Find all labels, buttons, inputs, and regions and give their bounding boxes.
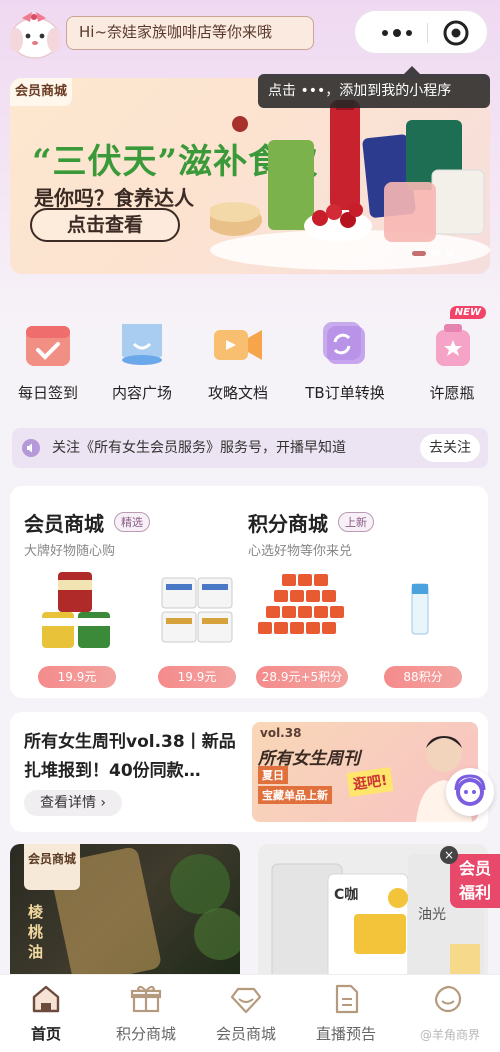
weekly-poster[interactable]: vol.38 所有女生周刊 夏日 宝藏单品上新 逛吧!: [252, 722, 478, 822]
tab-label: 首页: [30, 1025, 61, 1043]
weekly-title: 所有女生周刊vol.38丨新品扎堆报到！40份同款…: [24, 732, 236, 781]
quick-links: 每日签到 内容广场 攻略文档 TB订单转换 NEW 许愿瓶: [0, 306, 500, 412]
video-guide-icon: [210, 316, 266, 372]
profile-icon: [432, 983, 464, 1015]
banner-pagination: [412, 251, 454, 256]
card-left-tag: 会员商城: [24, 844, 80, 890]
view-detail-button[interactable]: 查看详情 ›: [24, 790, 122, 816]
checkin-icon: [20, 316, 76, 372]
card-left-text: 棱桃油: [28, 903, 44, 961]
wish-bottle-icon: NEW: [424, 306, 486, 372]
order-convert-icon: [317, 316, 373, 372]
greeting-bubble: Hi~奈娃家族咖啡店等你来哦: [66, 16, 314, 50]
miniprogram-capsule: [354, 10, 488, 54]
product-image-cream[interactable]: [396, 572, 474, 652]
quick-link-label: 攻略文档: [207, 384, 268, 402]
product-price: 19.9元: [158, 666, 236, 688]
home-icon: [30, 983, 62, 1015]
notice-bar: 关注《所有女生会员服务》服务号，开播早知道 去关注: [12, 428, 488, 468]
tab-label: 直播预告: [315, 1025, 376, 1043]
customer-service-button[interactable]: [446, 768, 494, 816]
card-right-text: 油光: [418, 907, 446, 923]
new-badge: NEW: [449, 306, 486, 319]
points-mall-subtitle: 心选好物等你来兑: [248, 544, 353, 559]
poster-vol: vol.38: [260, 726, 302, 740]
gift-icon: [130, 983, 162, 1015]
tab-live-preview[interactable]: 直播预告: [296, 983, 396, 1044]
speaker-icon: [22, 439, 40, 457]
member-benefit-line2: 福利: [458, 883, 491, 902]
close-icon[interactable]: ×: [440, 846, 458, 864]
product-price: 28.9元+5积分: [256, 666, 348, 688]
member-benefit-button[interactable]: 会员 福利 ×: [440, 846, 500, 908]
add-miniprogram-tooltip[interactable]: 点击 •••，添加到我的小程序: [258, 66, 490, 108]
tab-label: 会员商城: [215, 1025, 276, 1043]
product-card-left[interactable]: 会员商城 棱桃油: [10, 844, 240, 978]
banner-tag: 会员商城: [10, 78, 72, 106]
more-dots-icon[interactable]: [373, 11, 421, 55]
points-mall-title[interactable]: 积分商城: [248, 508, 328, 537]
quick-link-checkin[interactable]: 每日签到: [0, 316, 96, 403]
member-benefit-line1: 会员: [458, 859, 491, 878]
tab-home[interactable]: 首页: [0, 983, 96, 1044]
points-mall-badge: 上新: [338, 512, 374, 532]
follow-button[interactable]: 去关注: [420, 434, 480, 462]
notice-text: 关注《所有女生会员服务》服务号，开播早知道: [52, 440, 346, 456]
banner-products-image: [206, 94, 490, 274]
watermark: @羊角商界: [420, 1028, 481, 1042]
tab-points-mall[interactable]: 积分商城: [96, 983, 196, 1044]
quick-link-label: 许愿瓶: [429, 384, 475, 402]
mall-card: 会员商城 精选 大牌好物随心购 积分商城 上新 心选好物等你来兑 19.9元 1…: [10, 486, 488, 698]
product-image-cans[interactable]: [252, 572, 348, 652]
quick-link-order[interactable]: TB订单转换: [297, 316, 393, 403]
product-image-noodles[interactable]: [38, 572, 116, 652]
banner-cta-button[interactable]: 点击查看: [30, 208, 180, 242]
card-right-brand: C咖: [334, 887, 359, 903]
quick-link-content[interactable]: 内容广场: [94, 316, 190, 403]
member-mall-badge: 精选: [114, 512, 150, 532]
document-icon: [330, 983, 362, 1015]
target-close-icon[interactable]: [441, 18, 471, 48]
member-mall-subtitle: 大牌好物随心购: [24, 544, 116, 559]
weekly-card[interactable]: 所有女生周刊vol.38丨新品扎堆报到！40份同款… 查看详情 › vol.38…: [10, 712, 488, 832]
quick-link-label: 每日签到: [17, 384, 78, 402]
poster-line2: 宝藏单品上新: [258, 786, 332, 804]
quick-link-label: TB订单转换: [305, 384, 385, 402]
banner-subtitle: 是你吗？食养达人: [34, 186, 194, 210]
product-image-snack[interactable]: [158, 572, 236, 652]
tab-label: 积分商城: [115, 1025, 176, 1043]
product-price: 88积分: [384, 666, 462, 688]
capsule-divider: [427, 23, 428, 43]
mascot-avatar: [6, 4, 64, 60]
chat-bot-icon: [454, 774, 486, 806]
content-plaza-icon: [114, 316, 170, 372]
product-price: 19.9元: [38, 666, 116, 688]
quick-link-guide[interactable]: 攻略文档: [190, 316, 286, 403]
member-mall-title[interactable]: 会员商城: [24, 508, 104, 537]
diamond-icon: [230, 983, 262, 1015]
tab-member-mall[interactable]: 会员商城: [196, 983, 296, 1044]
member-benefit-label: 会员 福利: [450, 854, 500, 908]
quick-link-label: 内容广场: [111, 384, 172, 402]
poster-sale: 逛吧!: [346, 767, 394, 797]
poster-line1: 夏日: [258, 766, 288, 784]
quick-link-wish[interactable]: NEW 许愿瓶: [404, 306, 500, 403]
